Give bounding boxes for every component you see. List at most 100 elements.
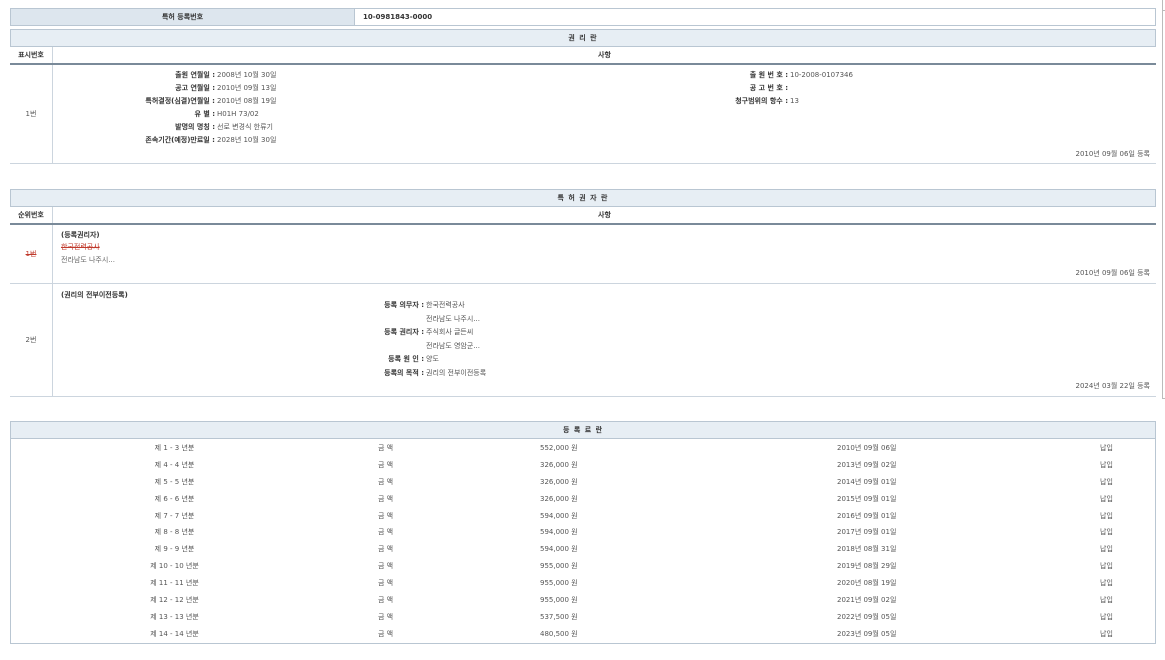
fee-status: 납입 (1100, 527, 1113, 537)
field-value: 선로 변경식 한류기 (215, 121, 273, 134)
fee-status: 납입 (1100, 595, 1113, 605)
fee-row: 제 10 - 10 년분금 액955,000 원2019년 08월 29일납입 (11, 558, 1155, 575)
fee-period: 제 13 - 13 년분 (147, 612, 202, 622)
holder-row-number: 2번 (10, 284, 53, 396)
holder-row-number: 1번 (26, 249, 37, 259)
transfer-field: 등록 권리자 :주식회사 글든씨 (53, 326, 473, 339)
fee-amount-label: 금 액 (378, 511, 393, 521)
patent-number-label: 특허 등록번호 (11, 9, 355, 25)
field-label: 출 원 번 호 : (613, 69, 788, 82)
transfer-field: 전라남도 나주시... (53, 313, 480, 326)
fee-amount: 594,000 원 (540, 527, 578, 537)
rights-section: 권 리 란 표시번호 사항 1번 2010년 09월 06일 등록 출원 연월일… (10, 29, 1156, 164)
fee-paid-date: 2014년 09월 01일 (837, 477, 896, 487)
details-header: 사항 (53, 207, 1156, 223)
rights-row: 1번 2010년 09월 06일 등록 출원 연월일 :2008년 10월 30… (10, 65, 1156, 164)
fee-row: 제 14 - 14 년분금 액480,500 원2023년 09월 05일납입 (11, 626, 1155, 643)
fee-status: 납입 (1100, 494, 1113, 504)
field-value: 2010년 09월 13일 (215, 82, 276, 95)
rights-field: 특허결정(심결)연월일 :2010년 08월 19일 (53, 95, 276, 108)
fee-period: 제 8 - 8 년분 (147, 527, 202, 537)
rights-field: 발명의 명칭 :선로 변경식 한류기 (53, 121, 273, 134)
field-label: 청구범위의 항수 : (613, 95, 788, 108)
fee-row: 제 12 - 12 년분금 액955,000 원2021년 09월 02일납입 (11, 592, 1155, 609)
fee-row: 제 6 - 6 년분금 액326,000 원2015년 09월 01일납입 (11, 491, 1155, 508)
field-value: 주식회사 글든씨 (424, 326, 473, 339)
field-label: 출원 연월일 : (53, 69, 215, 82)
field-label: 등록 권리자 : (53, 326, 424, 339)
fee-paid-date: 2023년 09월 05일 (837, 629, 896, 639)
rights-section-title: 권 리 란 (10, 29, 1156, 47)
field-label: 특허결정(심결)연월일 : (53, 95, 215, 108)
fee-amount: 552,000 원 (540, 443, 578, 453)
fee-paid-date: 2015년 09월 01일 (837, 494, 896, 504)
field-value (788, 82, 790, 95)
field-label (53, 340, 424, 353)
field-label: 공고 연월일 : (53, 82, 215, 95)
patent-number-header: 특허 등록번호 10-0981843-0000 (10, 8, 1156, 26)
fee-status: 납입 (1100, 561, 1113, 571)
fee-paid-date: 2019년 08월 29일 (837, 561, 896, 571)
fee-amount-label: 금 액 (378, 578, 393, 588)
rights-row-number: 1번 (10, 65, 53, 163)
fee-amount-label: 금 액 (378, 460, 393, 470)
field-label: 발명의 명칭 : (53, 121, 215, 134)
fee-amount-label: 금 액 (378, 527, 393, 537)
display-number-header: 표시번호 (10, 47, 53, 63)
holders-section: 특 허 권 자 란 순위번호 사항 1번 (등록권리자) 한국전력공사 전라남도… (10, 189, 1156, 397)
fee-amount: 537,500 원 (540, 612, 578, 622)
holder-name: 한국전력공사 (61, 242, 100, 252)
fee-row: 제 13 - 13 년분금 액537,500 원2022년 09월 05일납입 (11, 609, 1155, 626)
fee-amount: 480,500 원 (540, 629, 578, 639)
registration-date: 2010년 09월 06일 등록 (1075, 149, 1150, 159)
fee-amount-label: 금 액 (378, 477, 393, 487)
fee-status: 납입 (1100, 511, 1113, 521)
rights-field: 출 원 번 호 :10-2008-0107346 (613, 69, 853, 82)
fee-row: 제 7 - 7 년분금 액594,000 원2016년 09월 01일납입 (11, 508, 1155, 525)
fee-row: 제 5 - 5 년분금 액326,000 원2014년 09월 01일납입 (11, 474, 1155, 491)
fee-period: 제 7 - 7 년분 (147, 511, 202, 521)
rights-field: 존속기간(예정)만료일 :2028년 10월 30일 (53, 134, 276, 147)
fee-amount: 955,000 원 (540, 561, 578, 571)
field-value: H01H 73/02 (215, 108, 259, 121)
fee-amount: 326,000 원 (540, 460, 578, 470)
fees-section-title: 등 록 료 란 (10, 421, 1156, 439)
fee-status: 납입 (1100, 460, 1113, 470)
fee-amount: 594,000 원 (540, 544, 578, 554)
field-value: 전라남도 나주시... (424, 313, 480, 326)
fee-period: 제 5 - 5 년분 (147, 477, 202, 487)
fee-status: 납입 (1100, 578, 1113, 588)
fee-row: 제 9 - 9 년분금 액594,000 원2018년 08월 31일납입 (11, 541, 1155, 558)
details-header: 사항 (53, 47, 1156, 63)
holders-column-header: 순위번호 사항 (10, 207, 1156, 225)
field-value: 2008년 10월 30일 (215, 69, 276, 82)
holder-row-1: 1번 (등록권리자) 한국전력공사 전라남도 나주시... 2010년 09월 … (10, 225, 1156, 284)
fee-paid-date: 2018년 08월 31일 (837, 544, 896, 554)
fee-amount: 326,000 원 (540, 477, 578, 487)
fee-period: 제 6 - 6 년분 (147, 494, 202, 504)
fee-paid-date: 2013년 09월 02일 (837, 460, 896, 470)
field-value: 권리의 전부이전등록 (424, 367, 486, 380)
fee-period: 제 9 - 9 년분 (147, 544, 202, 554)
transfer-field: 등록 원 인 :양도 (53, 353, 439, 366)
page-divider (1162, 0, 1163, 398)
field-label: 유 별 : (53, 108, 215, 121)
field-value: 2010년 08월 19일 (215, 95, 276, 108)
fee-status: 납입 (1100, 612, 1113, 622)
fee-period: 제 10 - 10 년분 (147, 561, 202, 571)
transfer-field: 등록 의무자 :한국전력공사 (53, 299, 465, 312)
fee-amount: 326,000 원 (540, 494, 578, 504)
field-value: 한국전력공사 (424, 299, 465, 312)
fee-row: 제 4 - 4 년분금 액326,000 원2013년 09월 02일납입 (11, 457, 1155, 474)
field-value: 13 (788, 95, 799, 108)
rank-number-header: 순위번호 (10, 207, 53, 223)
fees-table: 제 1 - 3 년분금 액552,000 원2010년 09월 06일납입제 4… (10, 439, 1156, 644)
patent-number-value: 10-0981843-0000 (355, 9, 1155, 25)
fee-amount: 955,000 원 (540, 595, 578, 605)
fee-row: 제 11 - 11 년분금 액955,000 원2020년 08월 19일납입 (11, 575, 1155, 592)
field-value: 전라남도 영암군... (424, 340, 480, 353)
field-label: 등록 의무자 : (53, 299, 424, 312)
registration-date: 2024년 03월 22일 등록 (1075, 381, 1150, 391)
fee-paid-date: 2016년 09월 01일 (837, 511, 896, 521)
holder-address: 전라남도 나주시... (61, 255, 115, 265)
